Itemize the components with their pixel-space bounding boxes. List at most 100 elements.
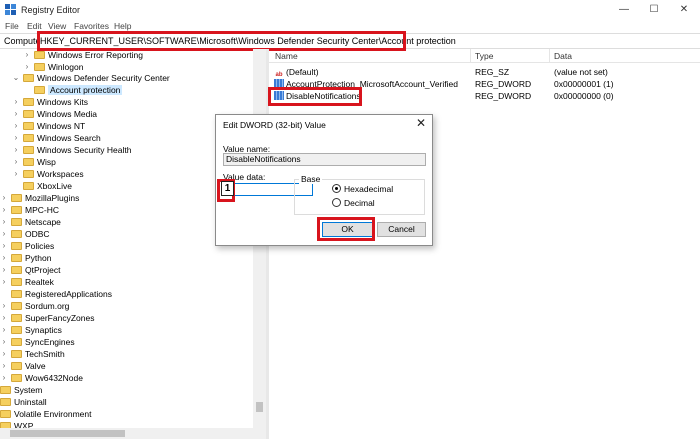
tree-item[interactable]: › MozillaPlugins — [3, 192, 80, 204]
title-bar: Registry Editor — ☐ ✕ — [0, 0, 700, 20]
tree-item[interactable]: › Windows Search — [15, 132, 101, 144]
menu-view[interactable]: View — [48, 21, 66, 31]
column-type[interactable]: Type — [475, 51, 493, 61]
tree-item[interactable]: Uninstall — [0, 396, 47, 408]
tree-item[interactable]: › Valve — [3, 360, 46, 372]
tree-item[interactable]: › ODBC — [3, 228, 50, 240]
scroll-thumb[interactable] — [10, 430, 125, 437]
expand-arrow-icon[interactable]: › — [0, 324, 8, 336]
ok-button[interactable]: OK — [322, 222, 373, 237]
expand-arrow-icon[interactable]: › — [0, 264, 8, 276]
tree-item[interactable]: › Windows NT — [15, 120, 86, 132]
registry-editor-icon — [5, 4, 16, 15]
folder-icon — [11, 242, 22, 250]
address-bar[interactable]: Compute HKEY_CURRENT_USER\SOFTWARE\Micro… — [0, 33, 700, 49]
expand-arrow-icon[interactable]: › — [0, 240, 8, 252]
folder-icon — [11, 206, 22, 214]
column-divider[interactable] — [470, 49, 471, 63]
address-path[interactable]: HKEY_CURRENT_USER\SOFTWARE\Microsoft\Win… — [40, 36, 456, 46]
tree-item[interactable]: › Windows Security Health — [15, 144, 132, 156]
tree-item[interactable]: › Python — [3, 252, 52, 264]
menu-favorites[interactable]: Favorites — [74, 21, 109, 31]
folder-icon — [0, 386, 11, 394]
expand-arrow-icon[interactable]: › — [0, 252, 8, 264]
column-name[interactable]: Name — [275, 51, 298, 61]
folder-icon — [0, 410, 11, 418]
tree-item[interactable]: › Netscape — [3, 216, 61, 228]
expand-arrow-icon[interactable]: › — [0, 228, 8, 240]
decimal-radio[interactable] — [332, 198, 341, 207]
tree-item[interactable]: › QtProject — [3, 264, 61, 276]
tree-item[interactable]: › Windows Error Reporting — [26, 49, 143, 61]
tree-horizontal-scrollbar[interactable] — [0, 428, 266, 439]
edit-dword-dialog: Edit DWORD (32-bit) Value ✕ Value name: … — [215, 114, 433, 246]
maximize-button[interactable]: ☐ — [642, 3, 666, 17]
expand-arrow-icon[interactable]: › — [12, 108, 20, 120]
expand-arrow-icon[interactable]: › — [0, 372, 8, 384]
tree-item[interactable]: › Windows Media — [15, 108, 97, 120]
list-row[interactable]: DisableNotifications REG_DWORD 0x0000000… — [269, 90, 700, 102]
expand-arrow-icon[interactable]: › — [0, 204, 8, 216]
list-row[interactable]: ab (Default) REG_SZ (value not set) — [269, 66, 700, 78]
tree-item[interactable]: › Workspaces — [15, 168, 84, 180]
step-badge: 1 — [221, 181, 234, 196]
expand-arrow-icon[interactable]: › — [0, 312, 8, 324]
scroll-thumb[interactable] — [256, 402, 263, 412]
hexadecimal-label[interactable]: Hexadecimal — [344, 184, 393, 194]
decimal-label[interactable]: Decimal — [344, 198, 375, 208]
tree-item[interactable]: › MPC-HC — [3, 204, 59, 216]
tree-item[interactable]: › TechSmith — [3, 348, 65, 360]
folder-icon — [23, 74, 34, 82]
expand-arrow-icon[interactable]: › — [0, 300, 8, 312]
expand-arrow-icon[interactable]: › — [23, 49, 31, 61]
expand-arrow-icon[interactable]: › — [0, 276, 8, 288]
tree-item[interactable]: › SuperFancyZones — [3, 312, 95, 324]
menu-edit[interactable]: Edit — [27, 21, 42, 31]
expand-arrow-icon[interactable]: › — [12, 120, 20, 132]
expand-arrow-icon[interactable]: › — [12, 96, 20, 108]
tree-item-selected[interactable]: Account protection — [34, 84, 123, 96]
base-group: Base Hexadecimal Decimal — [294, 174, 425, 215]
column-data[interactable]: Data — [554, 51, 572, 61]
tree-item[interactable]: System — [0, 384, 42, 396]
tree-item[interactable]: › Sordum.org — [3, 300, 70, 312]
expand-arrow-icon[interactable]: › — [0, 348, 8, 360]
close-button[interactable]: ✕ — [672, 3, 696, 17]
tree-item[interactable]: › Wisp — [15, 156, 56, 168]
folder-icon — [23, 170, 34, 178]
expand-arrow-icon[interactable]: › — [12, 144, 20, 156]
column-divider[interactable] — [549, 49, 550, 63]
cancel-button[interactable]: Cancel — [377, 222, 426, 237]
binary-icon — [274, 79, 284, 88]
expand-arrow-icon[interactable]: › — [12, 132, 20, 144]
folder-icon — [11, 314, 22, 322]
folder-icon — [11, 350, 22, 358]
tree-item[interactable]: › Synaptics — [3, 324, 62, 336]
tree-item[interactable]: › SyncEngines — [3, 336, 75, 348]
expand-arrow-icon[interactable]: › — [12, 156, 20, 168]
menu-file[interactable]: File — [5, 21, 19, 31]
expand-arrow-icon[interactable]: › — [0, 360, 8, 372]
tree-item[interactable]: Volatile Environment — [0, 408, 92, 420]
base-label: Base — [299, 174, 323, 184]
tree-item[interactable]: RegisteredApplications — [11, 288, 112, 300]
tree-item[interactable]: › Wow6432Node — [3, 372, 83, 384]
folder-icon — [23, 110, 34, 118]
tree-item[interactable]: ⌄ Windows Defender Security Center — [13, 72, 170, 84]
expand-arrow-icon[interactable]: › — [0, 192, 8, 204]
list-row[interactable]: AccountProtection_MicrosoftAccount_Verif… — [269, 78, 700, 90]
tree-item[interactable]: XboxLive — [23, 180, 72, 192]
value-name-field: DisableNotifications — [223, 153, 426, 166]
expand-arrow-icon[interactable]: › — [12, 168, 20, 180]
minimize-button[interactable]: — — [612, 3, 636, 17]
expand-arrow-icon[interactable]: ⌄ — [12, 72, 20, 84]
expand-arrow-icon[interactable]: › — [0, 216, 8, 228]
expand-arrow-icon[interactable]: › — [0, 336, 8, 348]
tree-item[interactable]: › Windows Kits — [15, 96, 88, 108]
tree-item[interactable]: › Policies — [3, 240, 55, 252]
hexadecimal-radio[interactable] — [332, 184, 341, 193]
menu-help[interactable]: Help — [114, 21, 131, 31]
folder-icon — [11, 326, 22, 334]
tree-item[interactable]: › Realtek — [3, 276, 54, 288]
dialog-close-icon[interactable]: ✕ — [416, 116, 426, 130]
